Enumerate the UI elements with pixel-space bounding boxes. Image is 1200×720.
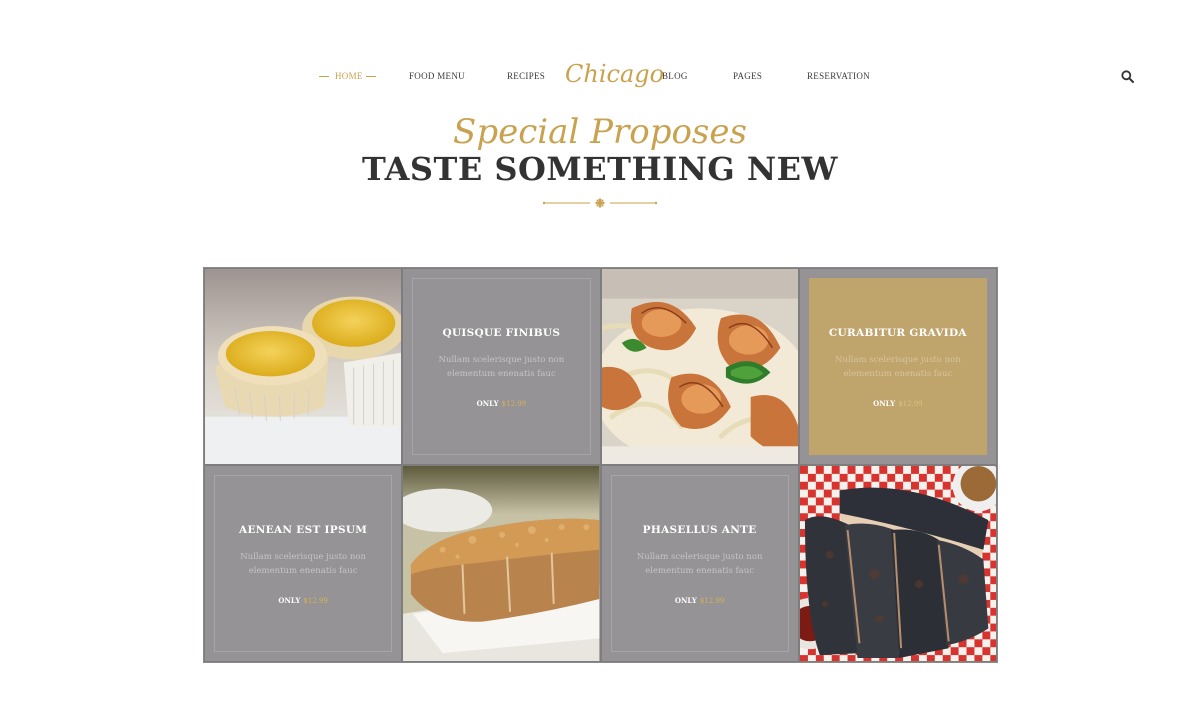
price-amount: $12.99 bbox=[501, 400, 527, 408]
food-photo-bbq-ribs[interactable] bbox=[798, 465, 997, 662]
card-price: ONLY $12.99 bbox=[205, 596, 401, 605]
card-desc-line: elementum enenatis fauc bbox=[447, 369, 556, 379]
menu-card[interactable]: QUISQUE FINIBUS Nullam scelerisque justo… bbox=[402, 268, 601, 465]
ornament-divider bbox=[543, 198, 657, 208]
price-label: ONLY bbox=[873, 399, 896, 408]
menu-card[interactable]: PHASELLUS ANTE Nullam scelerisque justo … bbox=[600, 465, 799, 662]
card-description: Nullam scelerisque justo non elementum e… bbox=[227, 550, 379, 578]
food-photo-egg-tarts[interactable] bbox=[204, 268, 403, 465]
nav-reservation[interactable]: RESERVATION bbox=[807, 71, 870, 81]
card-price: ONLY $12.99 bbox=[800, 399, 996, 408]
search-icon[interactable] bbox=[1121, 70, 1134, 83]
menu-card[interactable]: AENEAN EST IPSUM Nullam scelerisque just… bbox=[204, 465, 403, 662]
logo[interactable]: Chicago bbox=[565, 60, 664, 88]
price-label: ONLY bbox=[278, 596, 301, 605]
section-title: TASTE SOMETHING NEW bbox=[362, 150, 838, 188]
section-script-title: Special Proposes bbox=[453, 112, 747, 152]
nav-food-menu[interactable]: FOOD MENU bbox=[409, 71, 465, 81]
card-desc-line: elementum enenatis fauc bbox=[248, 566, 358, 576]
card-title[interactable]: CURABITUR GRAVIDA bbox=[800, 327, 996, 339]
price-amount: $12.99 bbox=[303, 597, 328, 605]
nav-blog[interactable]: BLOG bbox=[662, 71, 688, 81]
food-photo-shrimp[interactable] bbox=[600, 268, 799, 465]
price-label: ONLY bbox=[674, 596, 697, 605]
card-desc-line: Nullam scelerisque justo non bbox=[636, 552, 763, 562]
card-desc-line: elementum enenatis fauc bbox=[843, 369, 953, 379]
card-desc-line: Nullam scelerisque justo non bbox=[240, 552, 366, 562]
home-dash-right bbox=[366, 76, 376, 77]
card-description: Nullam scelerisque justo non elementum e… bbox=[425, 353, 577, 381]
card-price: ONLY $12.99 bbox=[602, 596, 798, 605]
card-price: ONLY $12.99 bbox=[403, 399, 599, 408]
food-photo-roast-pork[interactable] bbox=[402, 465, 601, 662]
nav-recipes[interactable]: RECIPES bbox=[507, 71, 545, 81]
card-title[interactable]: PHASELLUS ANTE bbox=[602, 524, 798, 536]
home-dash-left bbox=[319, 76, 329, 77]
menu-grid: QUISQUE FINIBUS Nullam scelerisque justo… bbox=[203, 267, 998, 663]
card-description: Nullam scelerisque justo non elementum e… bbox=[624, 550, 776, 578]
price-amount: $12.99 bbox=[898, 400, 923, 408]
card-desc-line: Nullam scelerisque justo non bbox=[835, 355, 961, 365]
nav-pages[interactable]: PAGES bbox=[733, 71, 762, 81]
price-amount: $12.99 bbox=[699, 597, 725, 605]
menu-card-highlighted[interactable]: CURABITUR GRAVIDA Nullam scelerisque jus… bbox=[798, 268, 997, 465]
card-title[interactable]: AENEAN EST IPSUM bbox=[205, 524, 401, 536]
card-title[interactable]: QUISQUE FINIBUS bbox=[403, 327, 599, 339]
price-label: ONLY bbox=[476, 399, 499, 408]
card-desc-line: Nullam scelerisque justo non bbox=[438, 355, 565, 365]
card-description: Nullam scelerisque justo non elementum e… bbox=[822, 353, 974, 381]
card-desc-line: elementum enenatis fauc bbox=[645, 566, 754, 576]
nav-home[interactable]: HOME bbox=[335, 71, 363, 81]
